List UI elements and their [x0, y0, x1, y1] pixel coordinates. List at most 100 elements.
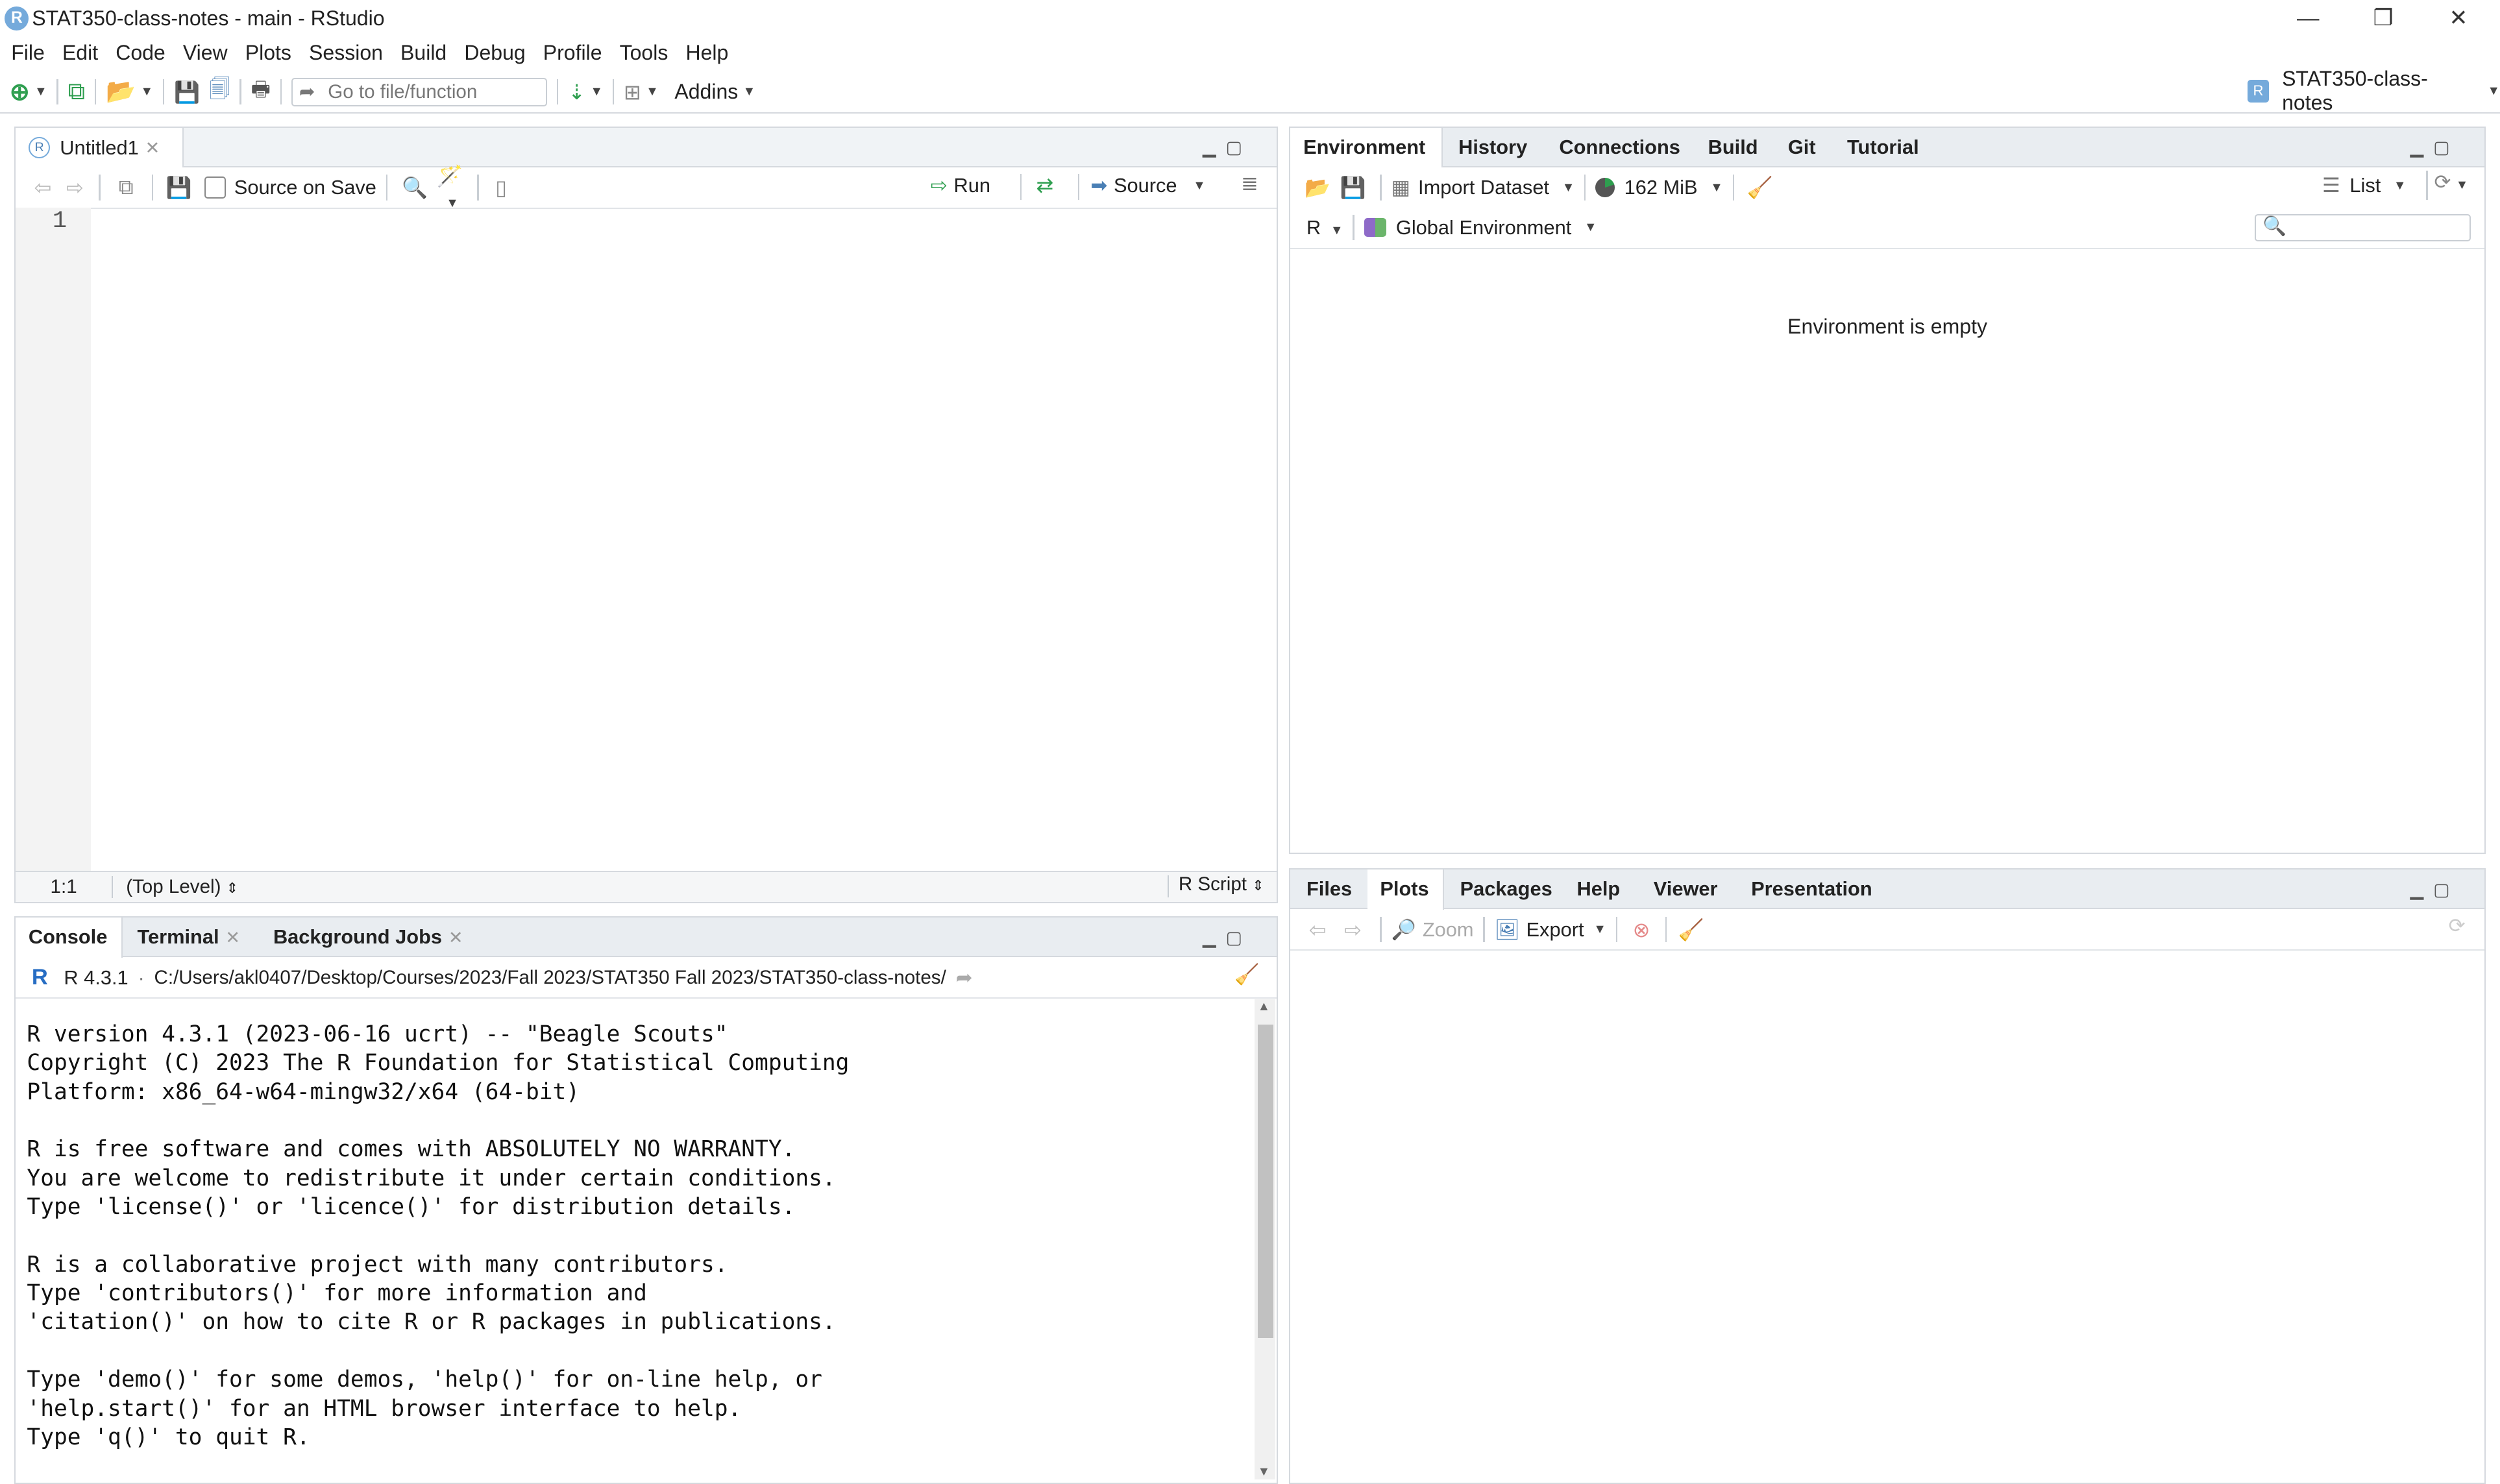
tab-background-jobs-label: Background Jobs — [273, 925, 443, 949]
workspace-panes-icon[interactable]: ⊞ ▼ — [624, 75, 659, 110]
code-editor[interactable]: 1 — [16, 207, 1251, 872]
new-file-icon[interactable]: ⊕ ▼ — [10, 75, 47, 110]
back-icon[interactable]: ⇦ — [25, 175, 60, 200]
show-in-window-icon[interactable]: ⧉ — [110, 175, 142, 200]
next-plot-icon[interactable]: ⇨ — [1335, 918, 1370, 942]
tab-terminal[interactable]: Terminal ✕ — [125, 918, 253, 956]
environment-selector[interactable]: Global Environment ▼ — [1364, 216, 1597, 239]
run-button[interactable]: ⇨ Run — [931, 174, 990, 197]
menu-session[interactable]: Session — [309, 41, 383, 65]
version-control-icon[interactable]: ⇣ ▼ — [568, 75, 603, 110]
menu-view[interactable]: View — [183, 41, 228, 65]
source-pane: R Untitled1 ✕ ▁▢ ⇦ ⇨ ⧉ 💾 Source on Save … — [14, 126, 1279, 904]
menu-file[interactable]: File — [11, 41, 45, 65]
refresh-plot-icon[interactable]: ⟳ — [2449, 914, 2466, 938]
tab-help[interactable]: Help — [1564, 870, 1633, 908]
source-on-save-checkbox[interactable] — [204, 176, 227, 199]
tab-console[interactable]: Console — [16, 918, 123, 958]
memory-usage-button[interactable]: 162 MiB ▼ — [1595, 176, 1723, 199]
tab-build[interactable]: Build — [1695, 128, 1771, 166]
clear-console-icon[interactable]: 🧹 — [1234, 962, 1259, 986]
console-scrollbar[interactable]: ▲ ▼ — [1254, 999, 1275, 1480]
goto-file-function-input[interactable]: ➦ Go to file/function — [291, 77, 548, 106]
tab-files[interactable]: Files — [1293, 870, 1365, 908]
tab-packages[interactable]: Packages — [1447, 870, 1565, 908]
zoom-button[interactable]: 🔎 Zoom — [1391, 918, 1474, 942]
goto-directory-icon[interactable]: ➦ — [956, 966, 973, 990]
export-button[interactable]: 🖼 Export ▼ — [1495, 918, 1606, 942]
plots-toolbar: ⇦ ⇨ 🔎 Zoom 🖼 Export ▼ ⊗ 🧹 ⟳ — [1290, 909, 2484, 951]
import-dataset-button[interactable]: ▦ Import Dataset ▼ — [1391, 176, 1575, 199]
open-file-icon[interactable]: 📂 ▼ — [106, 75, 153, 110]
scroll-up-icon[interactable]: ▲ — [1258, 999, 1271, 1014]
previous-plot-icon[interactable]: ⇦ — [1300, 918, 1335, 942]
close-button[interactable]: ✕ — [2421, 0, 2495, 37]
scroll-down-icon[interactable]: ▼ — [1258, 1465, 1271, 1479]
goto-placeholder: Go to file/function — [328, 80, 478, 103]
goto-arrow-icon: ➦ — [299, 81, 315, 103]
minimize-maximize-icon[interactable]: ▁▢ — [1203, 137, 1252, 158]
save-file-icon[interactable]: 💾 — [163, 175, 195, 200]
rerun-icon[interactable]: ⇄ — [1036, 173, 1054, 197]
clear-workspace-icon[interactable]: 🧹 — [1744, 175, 1776, 200]
addins-menu[interactable]: Addins ▼ — [674, 75, 755, 110]
console-output[interactable]: R version 4.3.1 (2023-06-16 ucrt) -- "Be… — [16, 997, 1251, 1483]
scope-selector[interactable]: (Top Level) ⇕ — [126, 876, 238, 898]
source-button[interactable]: ➡ Source ▼ — [1090, 174, 1205, 197]
tab-git[interactable]: Git — [1775, 128, 1828, 166]
menu-debug[interactable]: Debug — [464, 41, 525, 65]
close-terminal-icon[interactable]: ✕ — [225, 927, 240, 947]
tab-connections[interactable]: Connections — [1547, 128, 1693, 166]
load-workspace-icon[interactable]: 📂 — [1300, 175, 1335, 200]
env-minimize-maximize-icon[interactable]: ▁▢ — [2410, 137, 2460, 158]
tab-environment[interactable]: Environment — [1290, 127, 1443, 168]
memory-pie-icon — [1595, 178, 1615, 197]
compile-report-icon[interactable]: ▯ — [488, 175, 513, 200]
tab-untitled1[interactable]: R Untitled1 ✕ — [16, 127, 184, 168]
restore-button[interactable]: ❐ — [2346, 0, 2420, 37]
print-icon[interactable]: 🖶 — [251, 75, 271, 110]
addins-label: Addins — [674, 80, 739, 104]
new-project-icon[interactable]: ⧉ — [68, 75, 85, 110]
refresh-icon[interactable]: ⟳ ▼ — [2434, 171, 2468, 194]
working-directory[interactable]: C:/Users/akl0407/Desktop/Courses/2023/Fa… — [154, 967, 946, 989]
console-minimize-maximize-icon[interactable]: ▁▢ — [1203, 927, 1252, 948]
menu-plots[interactable]: Plots — [245, 41, 291, 65]
plots-minimize-maximize-icon[interactable]: ▁▢ — [2410, 879, 2460, 900]
remove-plot-icon[interactable]: ⊗ — [1627, 918, 1656, 942]
save-workspace-icon[interactable]: 💾 — [1335, 175, 1370, 200]
minimize-button[interactable]: — — [2272, 0, 2345, 37]
scroll-thumb[interactable] — [1257, 1025, 1274, 1339]
menu-edit[interactable]: Edit — [62, 41, 98, 65]
menu-code[interactable]: Code — [116, 41, 165, 65]
r-version: R 4.3.1 — [64, 966, 129, 989]
menu-tools[interactable]: Tools — [620, 41, 668, 65]
file-type-selector[interactable]: R Script ⇕ — [1179, 873, 1264, 895]
tab-history[interactable]: History — [1445, 128, 1540, 166]
tab-viewer[interactable]: Viewer — [1641, 870, 1730, 908]
save-icon[interactable]: 💾 — [174, 75, 200, 110]
table-icon: ▦ — [1391, 176, 1410, 199]
tab-tutorial[interactable]: Tutorial — [1834, 128, 1931, 166]
menu-profile[interactable]: Profile — [543, 41, 602, 65]
tab-presentation[interactable]: Presentation — [1738, 870, 1885, 908]
tab-background-jobs[interactable]: Background Jobs ✕ — [260, 918, 476, 956]
window-title: STAT350-class-notes - main - RStudio — [32, 6, 385, 30]
tab-plots[interactable]: Plots — [1367, 870, 1444, 910]
menu-build[interactable]: Build — [400, 41, 447, 65]
close-tab-icon[interactable]: ✕ — [145, 128, 160, 167]
close-background-jobs-icon[interactable]: ✕ — [448, 927, 463, 947]
clear-plots-icon[interactable]: 🧹 — [1676, 918, 1705, 942]
forward-icon[interactable]: ⇨ — [60, 175, 89, 200]
project-menu[interactable]: R STAT350-class-notes ▼ — [2247, 67, 2500, 114]
save-all-icon[interactable]: 🗐 — [210, 75, 230, 110]
code-tools-icon[interactable]: 🪄▼ — [432, 164, 467, 212]
menu-help[interactable]: Help — [685, 41, 728, 65]
find-replace-icon[interactable]: 🔍 — [397, 175, 432, 200]
language-selector[interactable]: R ▼ — [1306, 216, 1343, 239]
view-mode-menu[interactable]: ☰ List ▼ — [2322, 174, 2407, 197]
environment-pane: Environment History Connections Build Gi… — [1289, 126, 2486, 855]
line-gutter: 1 — [16, 207, 91, 872]
environment-search-input[interactable]: 🔍 — [2255, 213, 2471, 241]
outline-icon[interactable]: ≣ — [1241, 171, 1258, 195]
